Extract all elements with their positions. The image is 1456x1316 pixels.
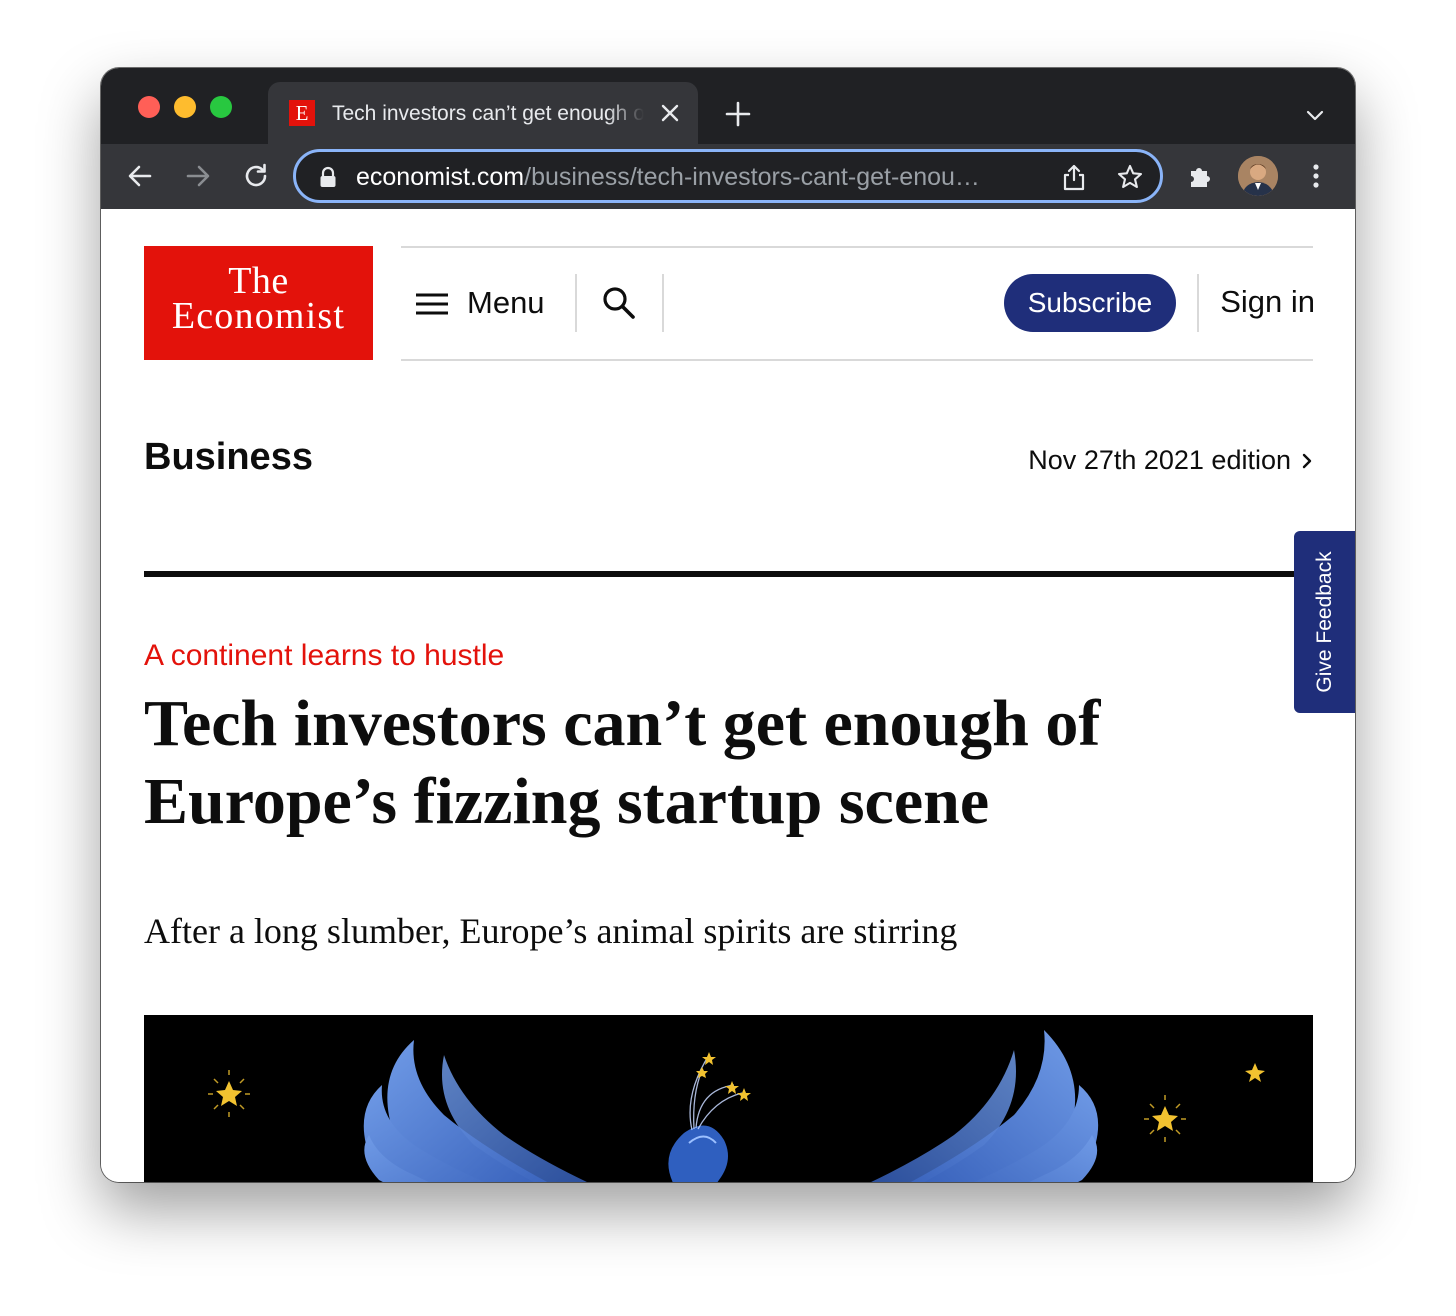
kebab-icon[interactable] — [1301, 161, 1331, 191]
phoenix-body — [668, 1125, 728, 1182]
close-window-button[interactable] — [138, 96, 160, 118]
nav-separator — [662, 274, 664, 332]
edition-label: Nov 27th 2021 edition — [1028, 445, 1291, 475]
zoom-window-button[interactable] — [210, 96, 232, 118]
subscribe-button[interactable]: Subscribe — [1004, 274, 1176, 332]
sign-in-link[interactable]: Sign in — [1219, 281, 1315, 323]
star-icon[interactable] — [1116, 163, 1144, 191]
article-rubric: A continent learns to hustle — [144, 639, 505, 672]
logo-line-2: Economist — [171, 295, 346, 337]
tab-search-chevron-icon[interactable] — [1303, 103, 1327, 127]
browser-window: E Tech investors can’t get enough of Eur… — [101, 68, 1355, 1182]
nav-top-divider — [401, 246, 1313, 248]
nav-separator — [1197, 274, 1199, 332]
profile-avatar[interactable] — [1238, 156, 1278, 196]
url-path: /business/tech-investors-cant-get-enou… — [524, 163, 980, 191]
minimize-window-button[interactable] — [174, 96, 196, 118]
lock-icon[interactable] — [318, 166, 338, 188]
search-icon[interactable] — [601, 285, 637, 321]
tab-strip: E Tech investors can’t get enough of Eur… — [101, 68, 1355, 144]
nav-separator — [575, 274, 577, 332]
share-icon[interactable] — [1061, 163, 1087, 191]
phoenix-illustration — [208, 1030, 1265, 1182]
phoenix-left-wing — [363, 1040, 587, 1182]
headline-line-1: Tech investors can’t get enough of — [144, 687, 1101, 760]
new-tab-icon[interactable] — [724, 100, 752, 128]
nav-bottom-divider — [401, 359, 1313, 361]
hero-image — [144, 1015, 1313, 1182]
menu-label: Menu — [467, 285, 545, 320]
active-tab[interactable]: E Tech investors can’t get enough of Eur… — [268, 82, 698, 144]
address-bar[interactable]: economist.com/business/tech-investors-ca… — [293, 149, 1163, 203]
article-standfirst: After a long slumber, Europe’s animal sp… — [144, 911, 958, 951]
arrow-left-icon[interactable] — [125, 161, 155, 191]
menu-button[interactable]: Menu — [413, 275, 573, 331]
tab-title: Tech investors can’t get enough of Europ… — [332, 102, 644, 125]
section-divider — [144, 571, 1313, 577]
economist-favicon-icon: E — [289, 100, 315, 126]
give-feedback-tab[interactable]: Give Feedback — [1294, 531, 1355, 713]
edition-link[interactable]: Nov 27th 2021 edition — [981, 441, 1313, 479]
section-title[interactable]: Business — [144, 433, 313, 481]
hamburger-icon — [416, 293, 448, 315]
reload-icon[interactable] — [241, 161, 271, 191]
headline-line-2: Europe’s fizzing startup scene — [144, 765, 990, 838]
article-headline: Tech investors can’t get enough of Europ… — [144, 685, 1204, 841]
puzzle-icon[interactable] — [1185, 162, 1215, 192]
url-text[interactable]: economist.com/business/tech-investors-ca… — [356, 160, 1056, 194]
economist-logo[interactable]: The Economist — [144, 246, 373, 360]
close-tab-icon[interactable] — [658, 101, 682, 125]
browser-toolbar: economist.com/business/tech-investors-ca… — [101, 144, 1355, 209]
phoenix-right-wing — [871, 1030, 1099, 1182]
web-page: The Economist Menu Subscribe Sign in Bus… — [101, 209, 1355, 1182]
arrow-right-icon[interactable] — [183, 161, 213, 191]
url-host: economist.com — [356, 163, 525, 191]
profile-avatar-image — [1238, 156, 1278, 196]
chevron-right-icon — [1302, 453, 1312, 469]
give-feedback-label: Give Feedback — [1313, 551, 1336, 693]
